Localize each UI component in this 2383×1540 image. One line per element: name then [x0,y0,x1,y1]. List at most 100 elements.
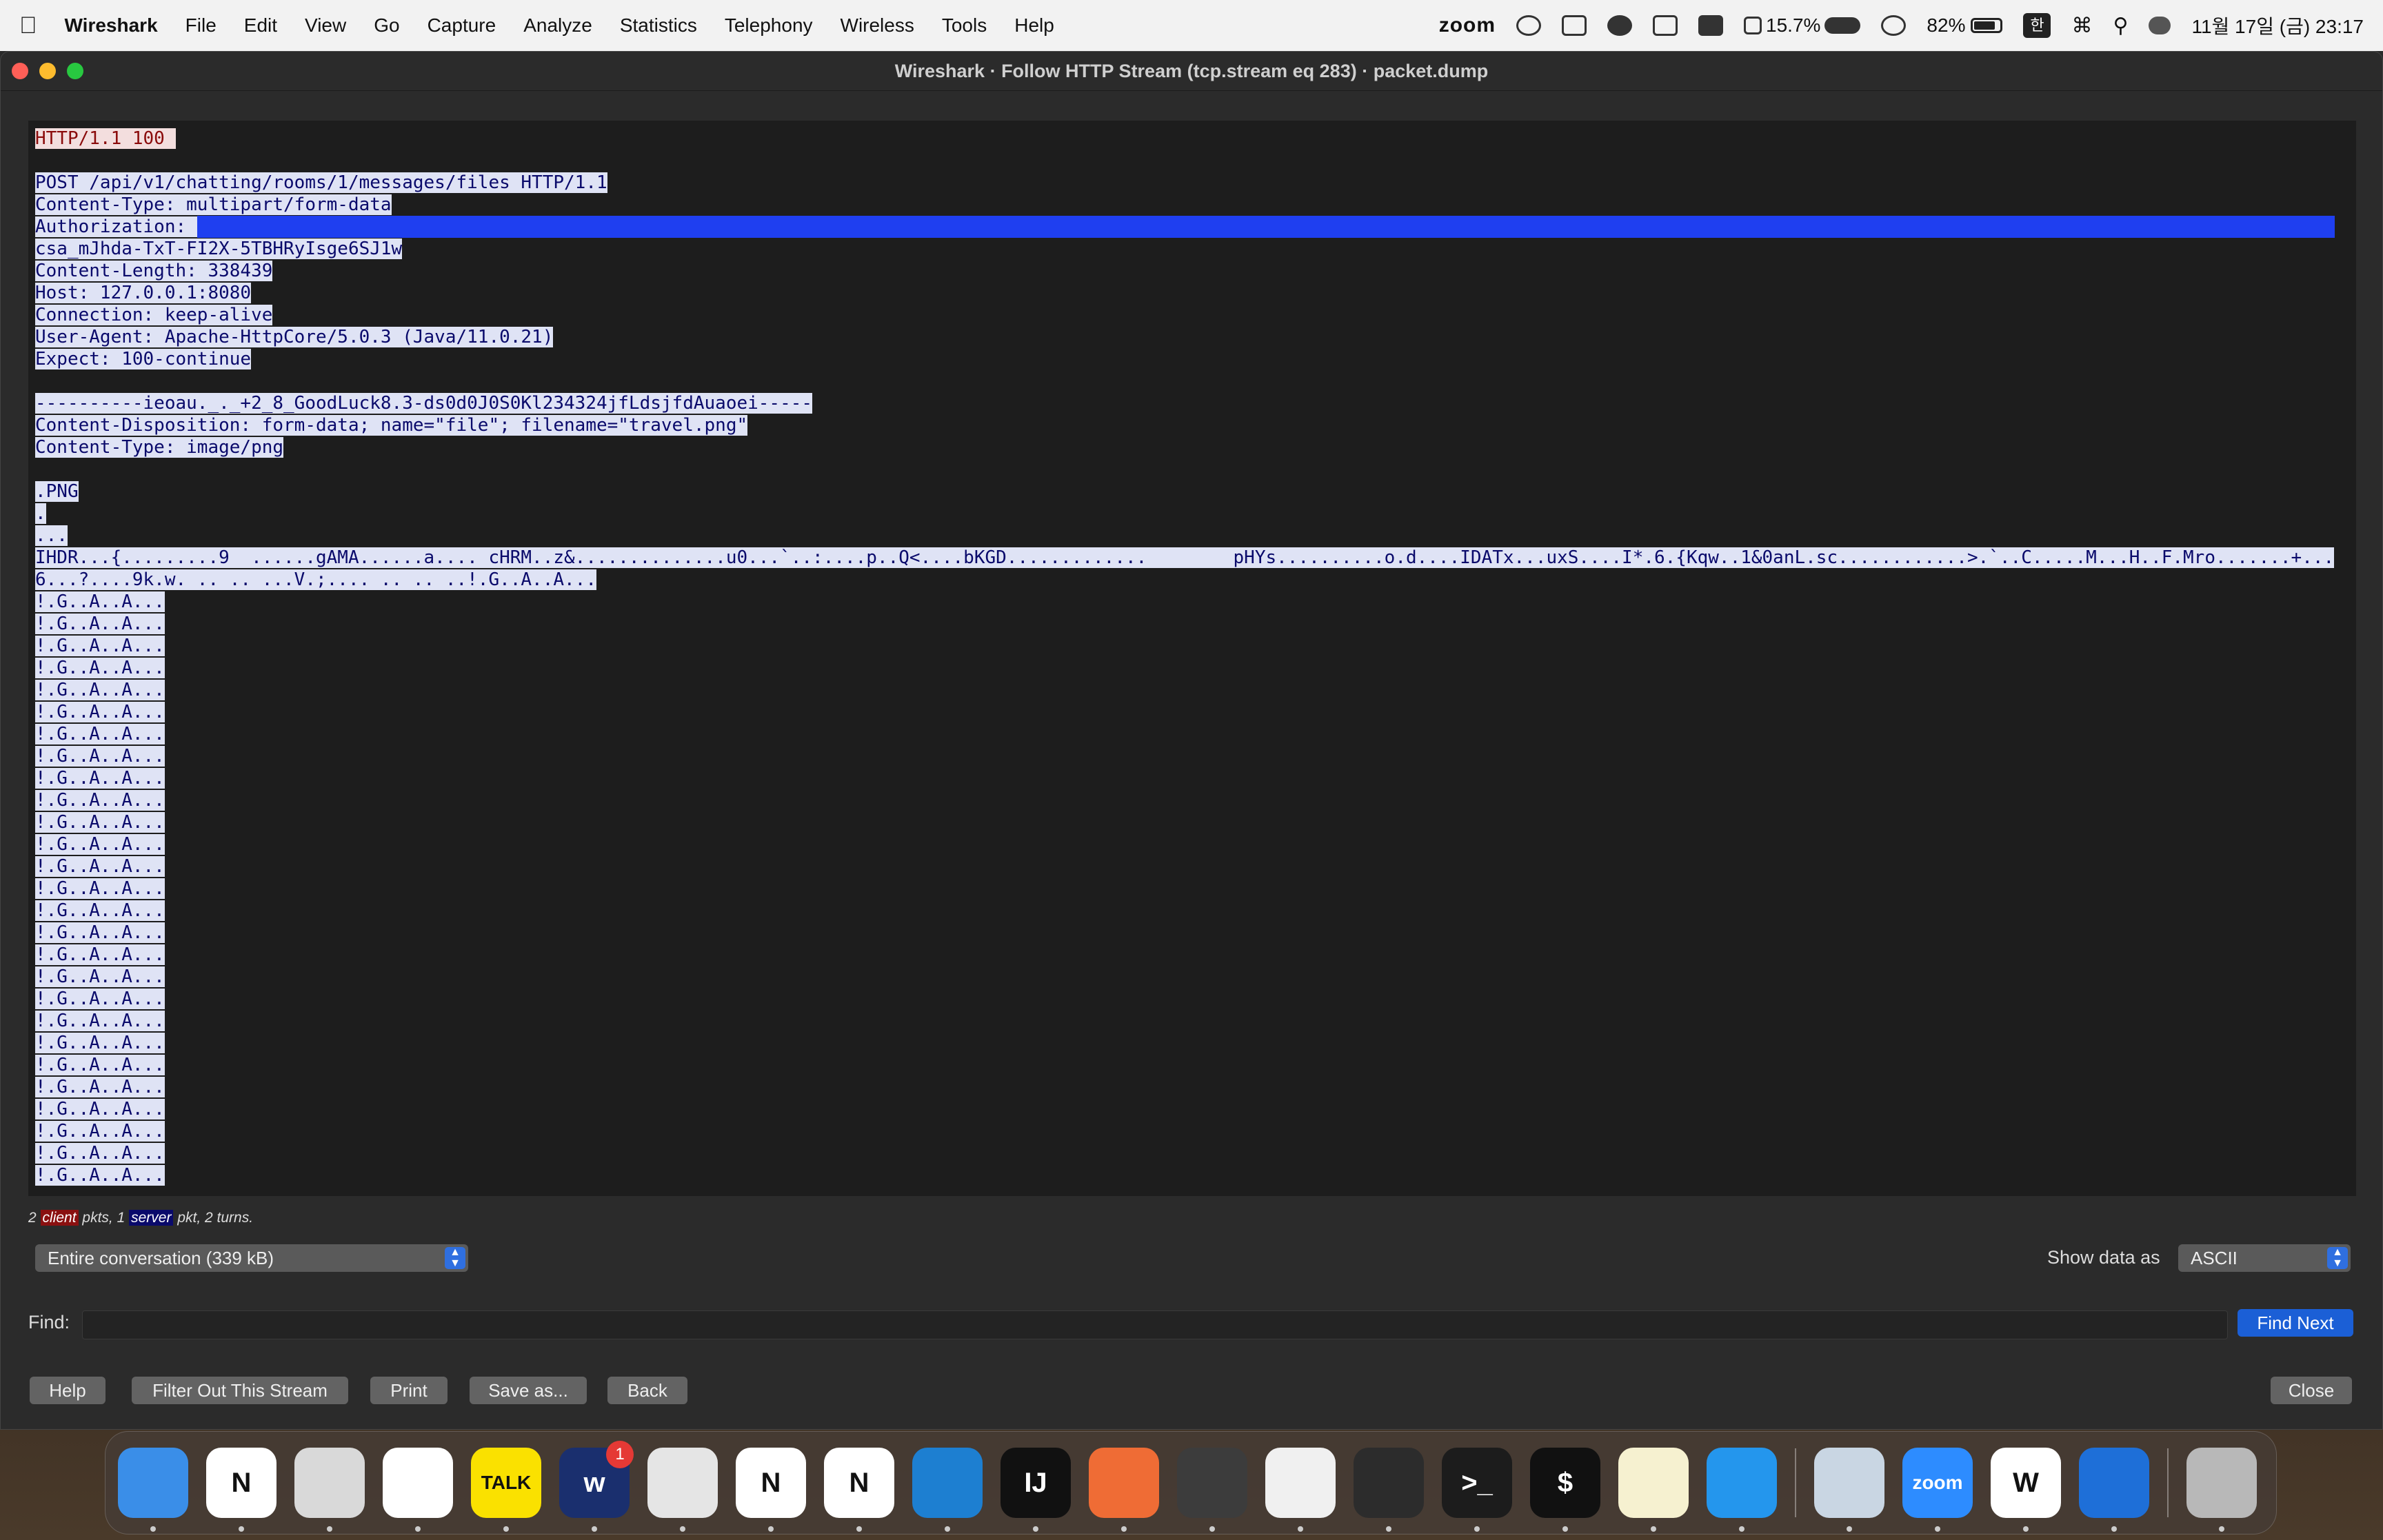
minimize-window-button[interactable] [39,63,56,79]
accessibility-status-icon[interactable] [1516,15,1542,36]
window-title: Wireshark · Follow HTTP Stream (tcp.stre… [894,60,1489,81]
cpu-usage[interactable]: 15.7% [1744,14,1861,37]
slack-icon[interactable] [383,1448,453,1532]
client-text: POST /api/v1/chatting/rooms/1/messages/f… [35,172,607,193]
find-input[interactable] [82,1310,2228,1339]
menu-edit[interactable]: Edit [244,14,277,37]
filter-out-stream-button[interactable]: Filter Out This Stream [132,1377,348,1404]
running-indicator [945,1526,950,1532]
menu-view[interactable]: View [305,14,346,37]
cpu-usage-label: 15.7% [1766,14,1821,36]
stream-line: Content-Type: multipart/form-data [35,194,2349,216]
notion-icon[interactable]: N [206,1448,276,1532]
help-button[interactable]: Help [30,1377,105,1404]
intellij-icon[interactable]: IJ [1001,1448,1071,1532]
running-indicator [1739,1526,1744,1532]
play-status-icon[interactable] [1881,15,1907,36]
trash-icon[interactable] [2186,1448,2257,1532]
menu-go[interactable]: Go [374,14,399,37]
wireshark-icon[interactable] [2079,1448,2149,1532]
elephant-status-icon[interactable] [1698,15,1724,36]
battery-fill [1974,21,1995,30]
client-text: !.G..A..A... [35,1099,165,1119]
back-button[interactable]: Back [607,1377,687,1404]
mysql-workbench-icon[interactable] [1265,1448,1336,1532]
iterm-icon[interactable]: $ [1530,1448,1600,1532]
stats-prefix: 2 [28,1210,37,1226]
client-text: !.G..A..A... [35,790,165,811]
client-text: !.G..A..A... [35,636,165,656]
wifi-icon[interactable]: ⌘ [2071,14,2092,38]
show-data-select[interactable]: ASCII ▲ ▼ [2178,1244,2351,1272]
window-titlebar[interactable]: Wireshark · Follow HTTP Stream (tcp.stre… [1,52,2382,91]
notion-icon[interactable]: N [824,1448,894,1532]
clock[interactable]: 11월 17일 (금) 23:17 [2191,12,2364,39]
stream-line: !.G..A..A... [35,657,2349,679]
client-text: Content-Disposition: form-data; name="fi… [35,415,748,436]
close-window-button[interactable] [12,63,28,79]
input-source-icon[interactable]: 한 [2023,13,2051,38]
menu-telephony[interactable]: Telephony [725,14,813,37]
stream-line: !.G..A..A... [35,591,2349,613]
client-text: !.G..A..A... [35,812,165,833]
find-next-button[interactable]: Find Next [2238,1309,2353,1337]
launchpad-icon[interactable] [294,1448,365,1532]
chevron-updown-icon: ▲ ▼ [445,1247,465,1269]
server-text: HTTP/1.1 100 [35,128,176,149]
follow-stream-window: Wireshark · Follow HTTP Stream (tcp.stre… [0,51,2383,1430]
figma-icon[interactable] [1354,1448,1424,1532]
running-indicator [1298,1526,1303,1532]
client-text: !.G..A..A... [35,900,165,921]
finder-icon[interactable] [118,1448,188,1532]
shield-status-icon[interactable] [1653,15,1678,36]
vscode-icon[interactable] [912,1448,983,1532]
client-text: !.G..A..A... [35,1165,165,1186]
save-as-button[interactable]: Save as... [470,1377,587,1404]
zoom-icon[interactable]: zoom [1902,1448,1973,1532]
record-status-icon[interactable] [1607,15,1633,36]
stats-middle: pkts, 1 [82,1210,125,1226]
conversation-select[interactable]: Entire conversation (339 kB) ▲ ▼ [35,1244,468,1272]
dock-icon-label: N [849,1467,869,1498]
chrome-icon[interactable] [647,1448,718,1532]
client-text: !.G..A..A... [35,591,165,612]
stream-line: IHDR...{.........9 ......gAMA......a....… [35,547,2349,569]
print-button[interactable]: Print [370,1377,448,1404]
menu-analyze[interactable]: Analyze [523,14,592,37]
apple-menu-icon[interactable]:  [19,12,37,39]
menu-file[interactable]: File [185,14,217,37]
menu-help[interactable]: Help [1014,14,1054,37]
client-text: Host: 127.0.0.1:8080 [35,283,252,303]
menu-tools[interactable]: Tools [942,14,987,37]
control-center-icon[interactable] [2149,17,2171,34]
menu-app-name[interactable]: Wireshark [65,14,158,37]
stats-suffix: pkt, 2 turns. [177,1210,254,1226]
stream-line: !.G..A..A... [35,1120,2349,1142]
menu-capture[interactable]: Capture [428,14,496,37]
menu-wireless[interactable]: Wireless [841,14,914,37]
docker-icon[interactable] [1707,1448,1777,1532]
stream-content-area[interactable]: HTTP/1.1 100 POST /api/v1/chatting/rooms… [28,121,2356,1196]
preview-icon[interactable] [1814,1448,1884,1532]
zoom-window-button[interactable] [67,63,83,79]
stream-line [35,150,2349,172]
menu-statistics[interactable]: Statistics [620,14,697,37]
kakaotalk-icon[interactable]: TALK [471,1448,541,1532]
glasses-status-icon[interactable] [1562,15,1587,36]
client-text: !.G..A..A... [35,922,165,943]
postman-icon[interactable] [1089,1448,1159,1532]
word-icon[interactable]: W [1991,1448,2061,1532]
terminal-icon[interactable]: >_ [1442,1448,1512,1532]
running-indicator [2023,1526,2029,1532]
battery-status[interactable]: 82% [1927,14,2003,37]
webex-icon[interactable]: w1 [559,1441,634,1532]
spotlight-search-icon[interactable]: ⚲ [2113,14,2128,38]
running-indicator [1033,1526,1038,1532]
client-text: Content-Type: multipart/form-data [35,194,392,215]
notion-icon[interactable]: N [736,1448,806,1532]
affinity-icon[interactable] [1177,1448,1247,1532]
notes-icon[interactable] [1618,1448,1689,1532]
close-button[interactable]: Close [2271,1377,2352,1404]
zoom-status-icon[interactable]: zoom [1439,14,1496,37]
stream-line [35,458,2349,480]
